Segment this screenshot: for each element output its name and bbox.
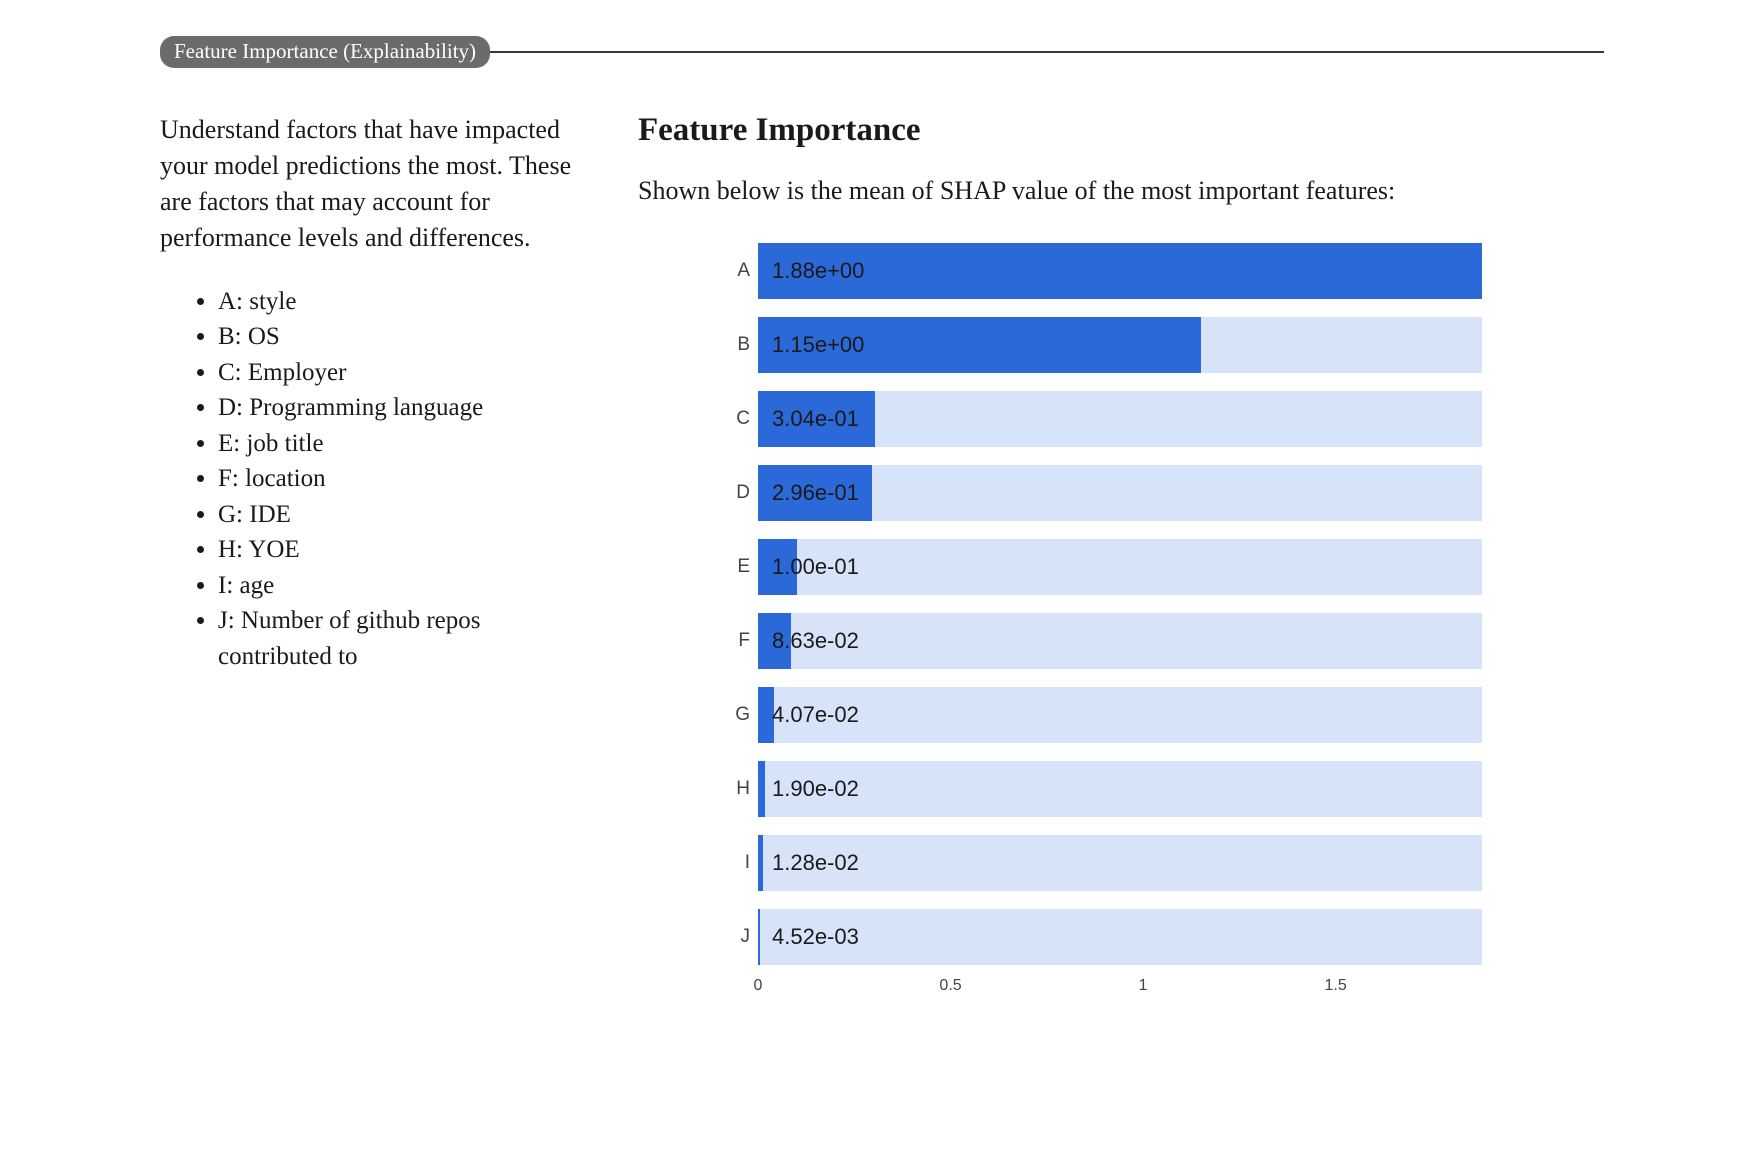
- bar-category-label: J: [722, 926, 750, 948]
- bar-row: F 8.63e-02: [722, 613, 1482, 669]
- bar-category-label: C: [722, 408, 750, 430]
- bar-track: 1.28e-02: [758, 835, 1482, 891]
- bar-category-label: H: [722, 778, 750, 800]
- bar-row: J 4.52e-03: [722, 909, 1482, 965]
- bar-fill: [758, 243, 1482, 299]
- bar-track: 8.63e-02: [758, 613, 1482, 669]
- bar-category-label: G: [722, 704, 750, 726]
- bar-track: 2.96e-01: [758, 465, 1482, 521]
- bar-category-label: D: [722, 482, 750, 504]
- section-divider: [490, 51, 1604, 53]
- left-column: Understand factors that have impacted yo…: [160, 112, 590, 999]
- right-column: Feature Importance Shown below is the me…: [638, 112, 1604, 999]
- bar-value-label: 4.07e-02: [772, 702, 859, 728]
- bar-row: C 3.04e-01: [722, 391, 1482, 447]
- bar-track: 1.15e+00: [758, 317, 1482, 373]
- bar-row: G 4.07e-02: [722, 687, 1482, 743]
- bar-fill: [758, 909, 760, 965]
- bar-row: D 2.96e-01: [722, 465, 1482, 521]
- bar-row: E 1.00e-01: [722, 539, 1482, 595]
- bar-track: 1.00e-01: [758, 539, 1482, 595]
- bar-value-label: 3.04e-01: [772, 406, 859, 432]
- bar-category-label: F: [722, 630, 750, 652]
- bar-category-label: A: [722, 260, 750, 282]
- bar-value-label: 4.52e-03: [772, 924, 859, 950]
- bar-track: 1.90e-02: [758, 761, 1482, 817]
- section-header: Feature Importance (Explainability): [160, 36, 1604, 68]
- legend-item: A: style: [218, 284, 590, 320]
- bar-value-label: 8.63e-02: [772, 628, 859, 654]
- section-pill: Feature Importance (Explainability): [160, 36, 490, 68]
- axis-tick: 1.5: [1325, 977, 1347, 995]
- chart-x-axis: 00.511.5: [758, 977, 1482, 999]
- content-columns: Understand factors that have impacted yo…: [160, 112, 1604, 999]
- legend-item: H: YOE: [218, 532, 590, 568]
- legend-item: G: IDE: [218, 497, 590, 533]
- bar-value-label: 1.15e+00: [772, 332, 864, 358]
- legend-item: F: location: [218, 461, 590, 497]
- feature-legend-list: A: styleB: OSC: EmployerD: Programming l…: [160, 284, 590, 675]
- bar-value-label: 1.88e+00: [772, 258, 864, 284]
- chart-title: Feature Importance: [638, 112, 1604, 149]
- intro-paragraph: Understand factors that have impacted yo…: [160, 112, 590, 256]
- feature-importance-chart: A 1.88e+00 B 1.15e+00 C 3.04e-01 D 2.96e-01 E 1.0…: [722, 243, 1482, 999]
- legend-item: E: job title: [218, 426, 590, 462]
- bar-fill: [758, 835, 763, 891]
- legend-item: C: Employer: [218, 355, 590, 391]
- bar-fill: [758, 761, 765, 817]
- bar-row: H 1.90e-02: [722, 761, 1482, 817]
- legend-item: B: OS: [218, 319, 590, 355]
- legend-item: D: Programming language: [218, 390, 590, 426]
- bar-row: B 1.15e+00: [722, 317, 1482, 373]
- bar-row: A 1.88e+00: [722, 243, 1482, 299]
- bar-track: 3.04e-01: [758, 391, 1482, 447]
- bar-value-label: 2.96e-01: [772, 480, 859, 506]
- axis-tick: 1: [1139, 977, 1148, 995]
- bar-category-label: B: [722, 334, 750, 356]
- bar-track: 4.07e-02: [758, 687, 1482, 743]
- bar-value-label: 1.90e-02: [772, 776, 859, 802]
- chart-subtitle: Shown below is the mean of SHAP value of…: [638, 173, 1604, 209]
- bar-track: 1.88e+00: [758, 243, 1482, 299]
- legend-item: J: Number of github repos contributed to: [218, 603, 590, 674]
- bar-category-label: E: [722, 556, 750, 578]
- bar-category-label: I: [722, 852, 750, 874]
- bar-track: 4.52e-03: [758, 909, 1482, 965]
- axis-tick: 0.5: [939, 977, 961, 995]
- bar-row: I 1.28e-02: [722, 835, 1482, 891]
- legend-item: I: age: [218, 568, 590, 604]
- bar-value-label: 1.28e-02: [772, 850, 859, 876]
- bar-value-label: 1.00e-01: [772, 554, 859, 580]
- axis-tick: 0: [754, 977, 763, 995]
- chart-bars-container: A 1.88e+00 B 1.15e+00 C 3.04e-01 D 2.96e-01 E 1.0…: [722, 243, 1482, 965]
